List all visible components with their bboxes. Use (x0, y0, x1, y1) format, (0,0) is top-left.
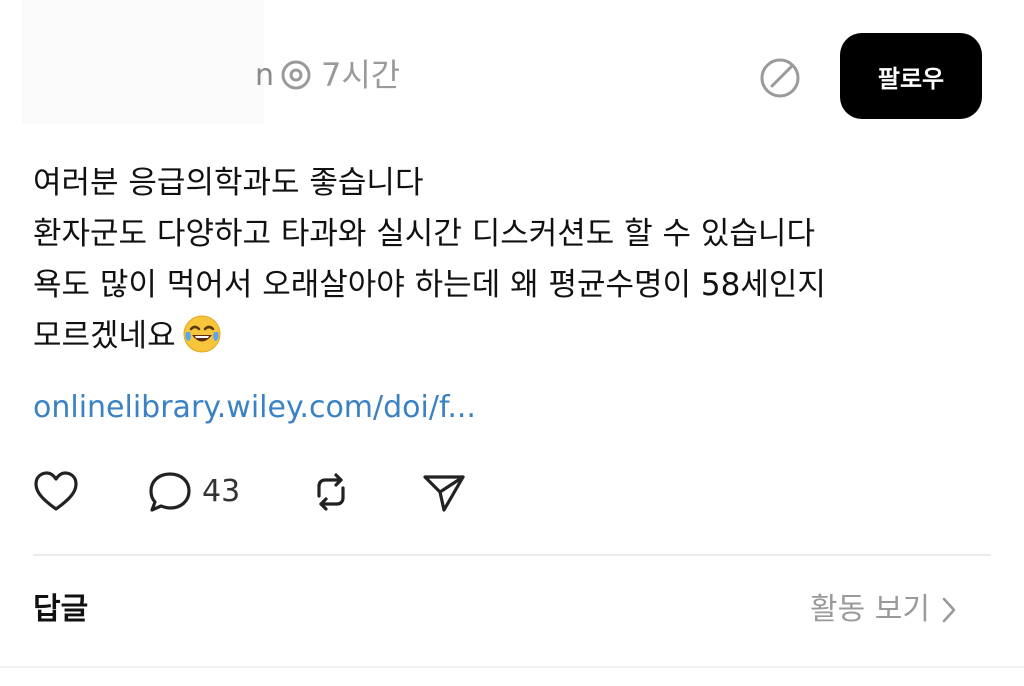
comment-count: 43 (202, 474, 241, 509)
threads-icon (281, 60, 311, 90)
comment-icon (149, 472, 191, 512)
repost-icon (317, 473, 345, 511)
bottom-divider (0, 666, 1024, 668)
post-line-last: 모르겠네요 (33, 311, 983, 362)
view-activity-link[interactable]: 활동 보기 (810, 588, 958, 632)
username[interactable]: n (255, 58, 274, 94)
comment-button[interactable]: 43 (146, 460, 240, 524)
heart-icon (34, 471, 78, 511)
post-line: 욕도 많이 먹어서 오래살아야 하는데 왜 평균수명이 58세인지 (33, 267, 826, 303)
edit-icon[interactable] (757, 55, 803, 101)
post-timestamp: 7시간 (321, 56, 401, 94)
redacted-profile-area (22, 0, 264, 124)
view-activity-label: 활동 보기 (810, 592, 930, 627)
repost-button[interactable] (307, 460, 355, 524)
chevron-right-icon (942, 597, 956, 623)
replies-heading: 답글 (33, 592, 89, 627)
post-header: n 7시간 팔로우 (0, 0, 1024, 130)
face-with-tears-of-joy-icon (183, 315, 221, 353)
send-icon (423, 475, 465, 512)
like-button[interactable] (32, 460, 80, 524)
post-line-text: 모르겠네요 (33, 318, 176, 354)
share-button[interactable] (420, 460, 468, 524)
post-line: 환자군도 다양하고 타과와 실시간 디스커션도 할 수 있습니다 (33, 216, 815, 252)
post-link[interactable]: onlinelibrary.wiley.com/doi/f... (33, 386, 476, 430)
post-line: 여러분 응급의학과도 좋습니다 (33, 165, 424, 201)
post-text: 여러분 응급의학과도 좋습니다 환자군도 다양하고 타과와 실시간 디스커션도 … (33, 158, 983, 362)
divider (33, 554, 991, 556)
action-bar: 43 (0, 460, 1024, 524)
follow-button[interactable]: 팔로우 (840, 33, 982, 119)
